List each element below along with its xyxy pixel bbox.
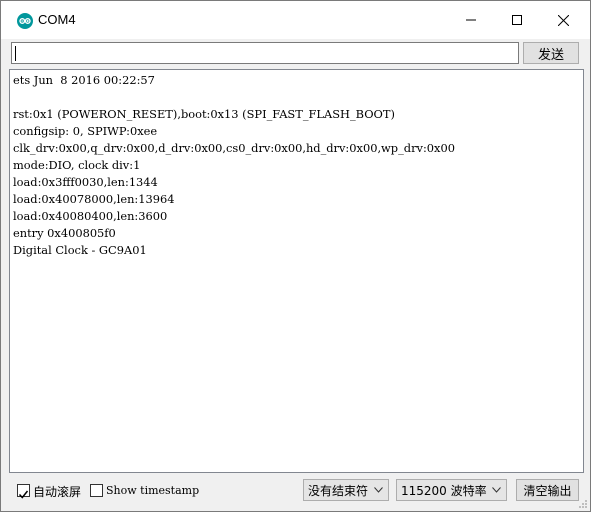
output-line: load:0x40078000,len:13964: [13, 192, 175, 206]
output-line: clk_drv:0x00,q_drv:0x00,d_drv:0x00,cs0_d…: [13, 141, 455, 155]
baud-rate-select[interactable]: 115200 波特率: [396, 479, 507, 501]
output-line: load:0x3fff0030,len:1344: [13, 175, 158, 189]
text-caret: [15, 46, 16, 61]
send-row: 发送: [1, 39, 590, 69]
output-line: load:0x40080400,len:3600: [13, 209, 168, 223]
output-line: Digital Clock - GC9A01: [13, 243, 147, 257]
serial-output-area[interactable]: ets Jun 8 2016 00:22:57 rst:0x1 (POWERON…: [9, 69, 584, 473]
close-icon: [557, 14, 569, 26]
checkmark-icon: [18, 490, 29, 499]
autoscroll-checkbox[interactable]: [17, 484, 30, 499]
resize-grip-icon[interactable]: [578, 499, 588, 509]
close-button[interactable]: [540, 1, 586, 39]
send-input[interactable]: [11, 42, 519, 64]
chevron-down-icon: [374, 487, 383, 493]
output-line: ets Jun 8 2016 00:22:57: [13, 73, 155, 87]
maximize-icon: [512, 15, 522, 25]
serial-monitor-window: COM4 发送 ets Jun 8 2016 00:22:57 rst:0x1 …: [0, 0, 591, 512]
output-line: mode:DIO, clock div:1: [13, 158, 141, 172]
output-line: configsip: 0, SPIWP:0xee: [13, 124, 158, 138]
bottom-toolbar: 自动滚屏 Show timestamp 没有结束符 115200 波特率 清空输…: [1, 476, 590, 511]
show-timestamp-label[interactable]: Show timestamp: [106, 484, 199, 497]
clear-output-button[interactable]: 清空输出: [516, 479, 579, 501]
send-button[interactable]: 发送: [523, 42, 579, 64]
title-bar[interactable]: COM4: [1, 1, 590, 39]
show-timestamp-checkbox[interactable]: [90, 484, 103, 497]
line-ending-value: 没有结束符: [308, 483, 369, 498]
maximize-button[interactable]: [494, 1, 540, 39]
line-ending-select[interactable]: 没有结束符: [303, 479, 389, 501]
chevron-down-icon: [492, 487, 501, 493]
output-line: rst:0x1 (POWERON_RESET),boot:0x13 (SPI_F…: [13, 107, 395, 121]
output-line: entry 0x400805f0: [13, 226, 116, 240]
arduino-icon: [17, 13, 33, 29]
minimize-button[interactable]: [448, 1, 494, 39]
minimize-icon: [466, 19, 476, 21]
baud-rate-value: 115200 波特率: [401, 483, 487, 498]
window-title: COM4: [38, 12, 76, 27]
autoscroll-label[interactable]: 自动滚屏: [33, 483, 81, 500]
